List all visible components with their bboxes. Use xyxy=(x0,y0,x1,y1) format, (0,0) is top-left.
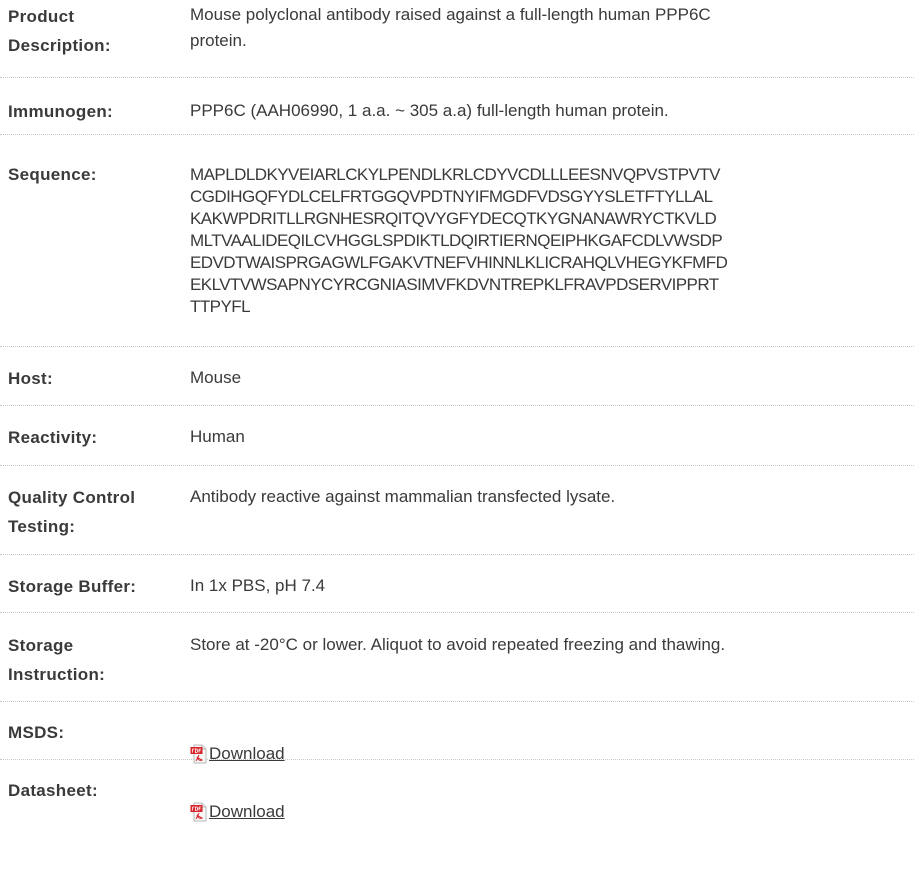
spec-value: In 1x PBS, pH 7.4 xyxy=(190,576,326,595)
spec-row-storage-buffer: Storage Buffer: In 1x PBS, pH 7.4 xyxy=(0,555,914,613)
spec-label: Quality Control Testing: xyxy=(8,488,136,536)
spec-row-msds: MSDS: Download xyxy=(0,702,914,764)
datasheet-download-label: Download xyxy=(209,802,285,821)
spec-label: Host: xyxy=(8,369,53,388)
spec-row-storage-instruction: Storage Instruction: Store at -20°C or l… xyxy=(0,613,914,702)
spec-row-sequence: Sequence: MAPLDLDKYVEIARLCKYLPENDLKRLCDY… xyxy=(0,135,914,347)
datasheet-download-link[interactable]: Download xyxy=(190,801,285,823)
spec-row-host: Host: Mouse xyxy=(0,347,914,406)
spec-value: Antibody reactive against mammalian tran… xyxy=(190,487,616,506)
spec-value: Mouse xyxy=(190,368,242,387)
pdf-icon xyxy=(190,802,207,822)
spec-label: Datasheet: xyxy=(8,781,98,800)
pdf-icon xyxy=(190,744,207,764)
spec-label: Reactivity: xyxy=(8,428,98,447)
spec-row-reactivity: Reactivity: Human xyxy=(0,406,914,466)
spec-value: PPP6C (AAH06990, 1 a.a. ~ 305 a.a) full-… xyxy=(190,101,669,120)
spec-label: Storage Buffer: xyxy=(8,577,137,596)
spec-label: Immunogen: xyxy=(8,102,113,121)
spec-row-immunogen: Immunogen: PPP6C (AAH06990, 1 a.a. ~ 305… xyxy=(0,78,914,135)
spec-value: Human xyxy=(190,427,245,446)
msds-download-label: Download xyxy=(209,744,285,763)
spec-label: Sequence: xyxy=(8,165,97,184)
spec-value: Mouse polyclonal antibody raised against… xyxy=(190,5,711,50)
spec-row-product-description: Product Description: Mouse polyclonal an… xyxy=(0,0,914,78)
spec-row-quality-control: Quality Control Testing: Antibody reacti… xyxy=(0,466,914,555)
spec-label: Storage Instruction: xyxy=(8,636,106,684)
spec-label: MSDS: xyxy=(8,723,65,742)
spec-value: Download xyxy=(190,776,914,828)
product-spec-table: Product Description: Mouse polyclonal an… xyxy=(0,0,914,822)
spec-value: Download xyxy=(190,718,914,770)
msds-download-link[interactable]: Download xyxy=(190,743,285,765)
spec-value: Store at -20°C or lower. Aliquot to avoi… xyxy=(190,635,726,654)
spec-label: Product Description: xyxy=(8,7,111,55)
sequence-value: MAPLDLDKYVEIARLCKYLPENDLKRLCDYVCDLLLEESN… xyxy=(190,165,728,316)
